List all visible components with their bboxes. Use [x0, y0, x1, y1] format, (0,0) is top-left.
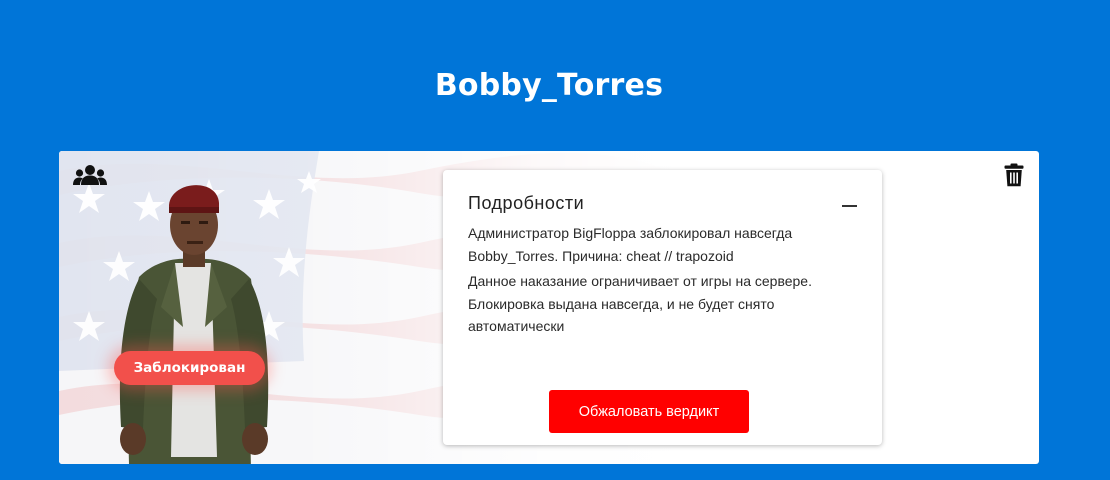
minus-icon[interactable] — [842, 205, 857, 207]
player-card: Заблокирован Подробности Администратор B… — [59, 151, 1039, 464]
details-body: Администратор BigFloppa заблокировал нав… — [468, 222, 863, 341]
page-title: Bobby_Torres — [434, 68, 664, 103]
trash-icon[interactable] — [1004, 163, 1024, 187]
player-skin-image — [119, 185, 269, 464]
ban-description: Администратор BigFloppa заблокировал нав… — [468, 225, 793, 264]
users-group-icon[interactable] — [73, 164, 107, 186]
appeal-verdict-button[interactable]: Обжаловать вердикт — [549, 390, 749, 433]
status-badge: Заблокирован — [114, 351, 265, 385]
ban-consequence: Данное наказание ограничивает от игры на… — [468, 273, 812, 334]
details-title: Подробности — [468, 193, 585, 213]
details-panel: Подробности Администратор BigFloppa забл… — [443, 170, 882, 445]
